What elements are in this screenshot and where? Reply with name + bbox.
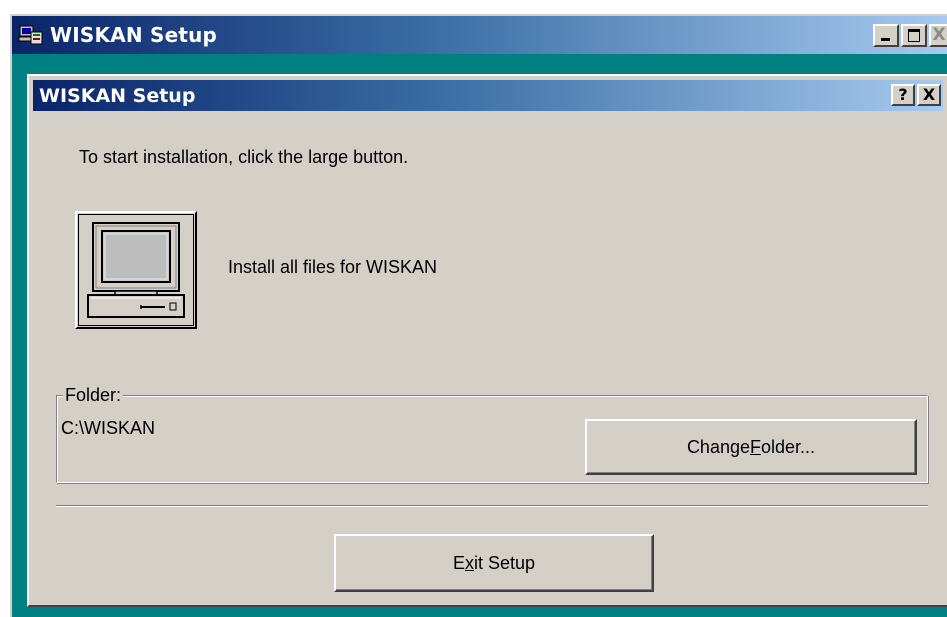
folder-legend: Folder: — [63, 385, 124, 406]
computer-icon — [87, 222, 185, 318]
change-folder-label-before: Change — [686, 436, 750, 457]
exit-label-before: E — [452, 552, 465, 573]
instruction-text: To start installation, click the large b… — [79, 147, 409, 167]
folder-path: C:\WISKAN — [61, 418, 156, 438]
change-folder-mnemonic: F — [750, 436, 761, 457]
setup-outer-window: WISKAN Setup X WISKAN Setup ? X To start… — [10, 14, 947, 617]
close-icon: X — [922, 85, 936, 104]
help-icon: ? — [898, 85, 908, 104]
outer-window-title: WISKAN Setup — [50, 23, 218, 47]
install-button[interactable] — [75, 211, 197, 329]
change-folder-label-after: older... — [761, 436, 816, 457]
dialog-close-button[interactable]: X — [917, 84, 941, 106]
maximize-button[interactable] — [901, 24, 927, 47]
change-folder-button[interactable]: Change Folder... — [585, 419, 917, 475]
outer-window-controls: X — [871, 24, 947, 47]
exit-setup-button[interactable]: Ex it Setup — [334, 534, 654, 592]
outer-close-button[interactable]: X — [929, 24, 947, 47]
exit-mnemonic: x — [464, 552, 474, 573]
close-icon: X — [932, 25, 946, 45]
outer-title-bar[interactable]: WISKAN Setup X — [12, 16, 947, 54]
dialog-controls: ? X — [889, 84, 941, 106]
help-button[interactable]: ? — [891, 84, 915, 106]
dialog-title-bar[interactable]: WISKAN Setup ? X — [33, 80, 943, 111]
dialog-title: WISKAN Setup — [39, 84, 196, 107]
setup-computer-icon — [18, 25, 43, 45]
separator — [56, 505, 928, 507]
setup-dialog: WISKAN Setup ? X To start installation, … — [27, 74, 947, 607]
minimize-button[interactable] — [873, 24, 899, 47]
install-label: Install all files for WISKAN — [228, 257, 438, 277]
exit-label-after: it Setup — [473, 552, 536, 573]
